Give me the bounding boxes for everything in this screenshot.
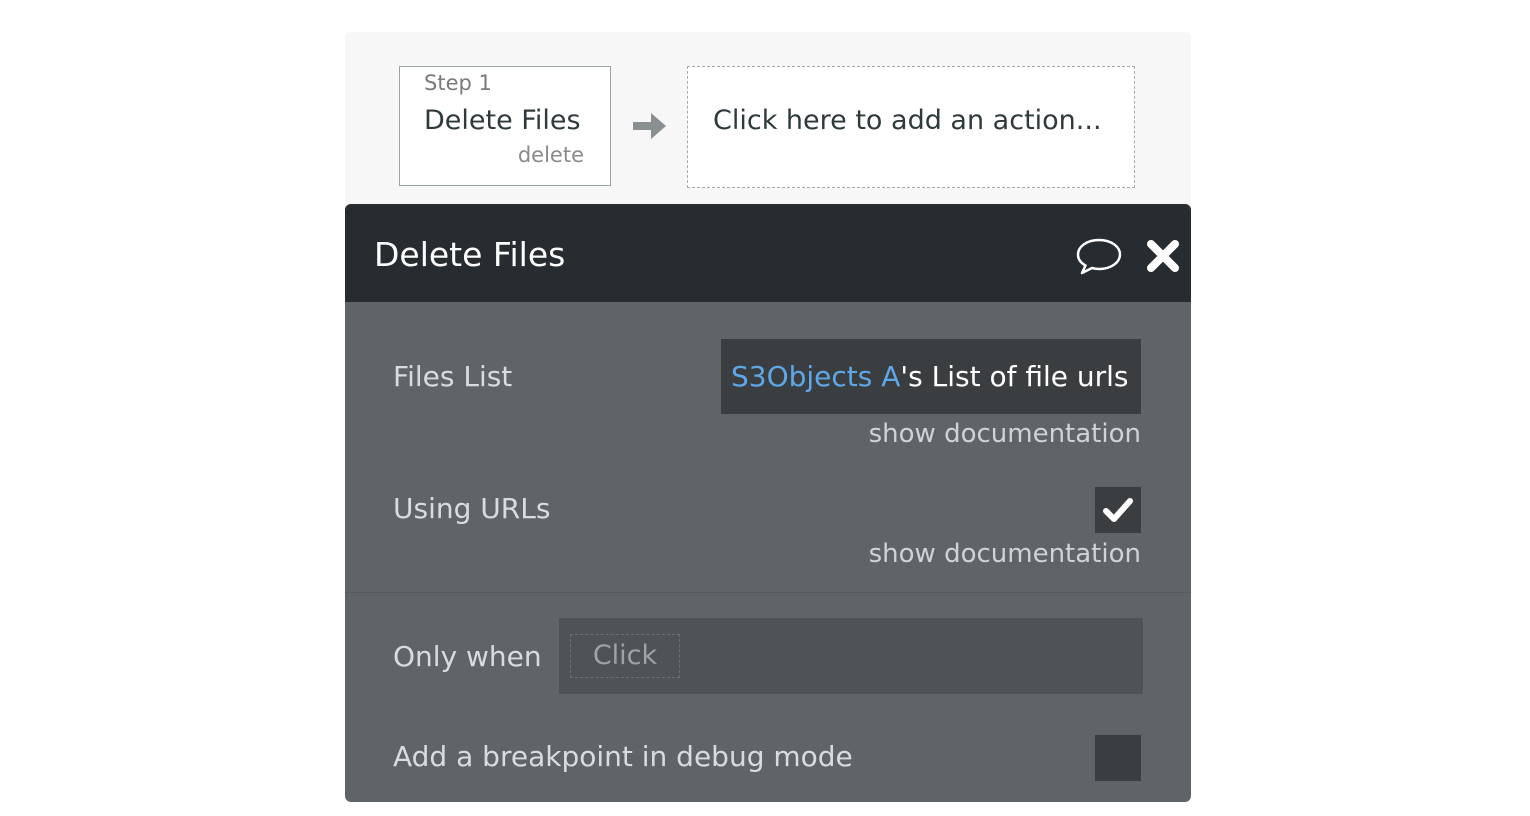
section-divider <box>345 592 1191 593</box>
panel-title: Delete Files <box>374 235 566 274</box>
step-card-delete-files[interactable]: Step 1 Delete Files delete <box>399 66 611 186</box>
arrow-right-icon <box>633 113 666 139</box>
close-icon[interactable] <box>1145 238 1181 274</box>
add-action-label: Click here to add an action... <box>713 105 1102 136</box>
files-list-show-documentation-link[interactable]: show documentation <box>869 419 1141 449</box>
add-action-button[interactable]: Click here to add an action... <box>687 66 1135 188</box>
step-action-type: delete <box>517 143 584 167</box>
action-property-editor: Delete Files Files List S3Objects A's Li… <box>345 204 1191 802</box>
only-when-condition-input[interactable]: Click <box>559 618 1143 694</box>
using-urls-label: Using URLs <box>393 492 551 525</box>
step-number: Step 1 <box>424 71 492 95</box>
dynamic-data-source[interactable]: S3Objects A <box>731 360 900 393</box>
dynamic-expression-text: 's List of file urls <box>900 360 1129 393</box>
comment-icon[interactable] <box>1074 236 1124 276</box>
workflow-steps-area: Step 1 Delete Files delete Click here to… <box>345 32 1191 212</box>
panel-header: Delete Files <box>345 204 1191 302</box>
breakpoint-checkbox[interactable] <box>1095 735 1141 781</box>
using-urls-show-documentation-link[interactable]: show documentation <box>869 539 1141 569</box>
condition-placeholder[interactable]: Click <box>570 634 680 678</box>
using-urls-checkbox[interactable] <box>1095 487 1141 533</box>
files-list-input[interactable]: S3Objects A's List of file urls <box>721 339 1141 414</box>
files-list-label: Files List <box>393 360 513 393</box>
only-when-label: Only when <box>393 640 542 673</box>
checkmark-icon <box>1103 498 1133 522</box>
step-title: Delete Files <box>424 105 581 136</box>
breakpoint-label: Add a breakpoint in debug mode <box>393 740 853 773</box>
